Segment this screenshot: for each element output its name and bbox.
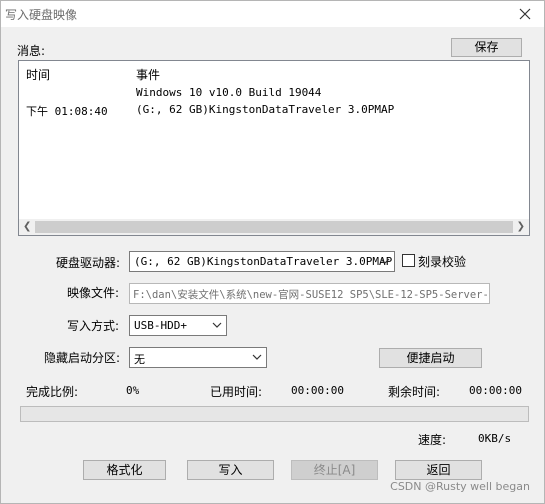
elapsed-time-label: 已用时间:: [210, 385, 263, 399]
progress-bar: [20, 406, 529, 422]
image-file-field[interactable]: F:\dan\安装文件\系统\new-官网-SUSE12 SP5\SLE-12-…: [129, 283, 490, 304]
speed-value: 0KB/s: [478, 432, 512, 445]
back-button[interactable]: 返回: [395, 460, 482, 480]
speed-label: 速度:: [418, 433, 447, 447]
column-header-event: 事件: [136, 68, 161, 82]
chevron-down-icon: [252, 354, 262, 360]
verify-checkbox[interactable]: [402, 254, 415, 267]
write-mode-select[interactable]: USB-HDD+: [129, 315, 227, 336]
horizontal-scrollbar[interactable]: ❮ ❯: [19, 219, 529, 235]
column-header-time: 时间: [26, 68, 51, 82]
messages-label: 消息:: [17, 44, 46, 58]
window-title: 写入硬盘映像: [5, 8, 78, 22]
quick-boot-button[interactable]: 便捷启动: [379, 348, 482, 368]
write-mode-value: USB-HDD+: [134, 319, 187, 332]
verify-label: 刻录校验: [418, 255, 467, 269]
log-row-event: (G:, 62 GB)KingstonDataTraveler 3.0PMAP: [136, 103, 395, 116]
close-icon[interactable]: [516, 5, 534, 23]
elapsed-time-value: 00:00:00: [291, 384, 344, 397]
write-mode-label: 写入方式:: [67, 319, 120, 333]
hidden-partition-select[interactable]: 无: [129, 347, 267, 368]
complete-ratio-value: 0%: [126, 384, 140, 397]
drive-label: 硬盘驱动器:: [56, 256, 121, 270]
write-button[interactable]: 写入: [187, 460, 274, 480]
drive-select-value: (G:, 62 GB)KingstonDataTraveler 3.0PMAP: [134, 255, 393, 268]
save-button[interactable]: 保存: [451, 38, 522, 57]
format-button[interactable]: 格式化: [83, 460, 166, 480]
title-bar: 写入硬盘映像: [1, 1, 544, 27]
stop-button: 终止[A]: [291, 460, 378, 480]
image-file-label: 映像文件:: [67, 286, 120, 300]
remaining-time-label: 剩余时间:: [388, 385, 441, 399]
hidden-partition-value: 无: [134, 353, 145, 366]
drive-select[interactable]: (G:, 62 GB)KingstonDataTraveler 3.0PMAP: [129, 251, 395, 272]
scroll-right-icon[interactable]: ❯: [517, 221, 525, 232]
remaining-time-value: 00:00:00: [469, 384, 522, 397]
scroll-thumb[interactable]: [35, 221, 513, 233]
chevron-down-icon: [380, 258, 390, 264]
watermark-text: CSDN @Rusty well began: [390, 480, 530, 493]
image-file-path: F:\dan\安装文件\系统\new-官网-SUSE12 SP5\SLE-12-…: [133, 289, 489, 301]
message-log[interactable]: 时间 事件 Windows 10 v10.0 Build 19044 下午 01…: [18, 60, 530, 236]
scroll-left-icon[interactable]: ❮: [23, 221, 31, 232]
write-disk-image-dialog: 写入硬盘映像 消息: 保存 时间 事件 Windows 10 v10.0 Bui…: [0, 0, 545, 504]
hidden-partition-label: 隐藏启动分区:: [44, 351, 121, 365]
log-row-time: 下午 01:08:40: [26, 105, 108, 118]
complete-ratio-label: 完成比例:: [26, 385, 79, 399]
log-row-event: Windows 10 v10.0 Build 19044: [136, 86, 322, 99]
chevron-down-icon: [212, 322, 222, 328]
